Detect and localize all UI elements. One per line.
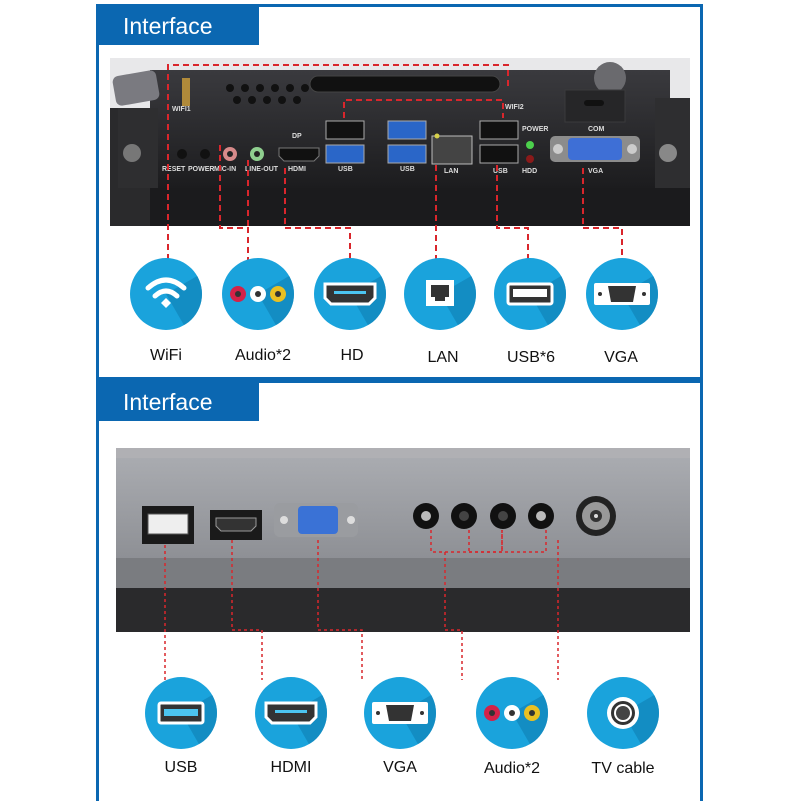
port-label-wifi1: WIFI1 — [172, 106, 191, 113]
port-label-hdmi: HDMI — [288, 166, 306, 173]
feature-label-tv-cable: TV cable — [591, 760, 655, 777]
mini-pc-rear-illustration — [110, 58, 690, 226]
port-label-lan: LAN — [444, 168, 459, 175]
port-label-dp: DP — [292, 133, 302, 140]
audio-jacks-icon — [476, 677, 548, 749]
port-label-com: COM — [588, 126, 605, 133]
feature-label-usb: USB — [164, 759, 198, 776]
section-title-tab: Interface — [99, 383, 259, 421]
audio-jacks-icon — [222, 258, 294, 330]
led-label-power: POWER — [522, 126, 549, 133]
port-label-line-out: LINE-OUT — [245, 166, 279, 173]
section-title-tab: Interface — [99, 7, 259, 45]
port-label-usb: USB — [400, 166, 415, 173]
feature-label-usb: USB*6 — [506, 349, 556, 366]
vga-port-icon — [364, 677, 436, 749]
feature-label-vga: VGA — [604, 349, 638, 366]
feature-label-audio: Audio*2 — [483, 760, 541, 777]
wifi-icon — [130, 258, 202, 330]
feature-label-lan: LAN — [427, 349, 459, 366]
port-label-power: POWER — [188, 166, 215, 173]
hdmi-port-icon — [314, 258, 386, 330]
monitor-side-ports-illustration — [116, 448, 690, 632]
feature-label-vga: VGA — [383, 759, 417, 776]
port-label-wifi2: WIFI2 — [505, 104, 524, 111]
port-label-vga: VGA — [588, 168, 604, 175]
port-label-reset: RESET — [162, 166, 186, 173]
vga-port-icon — [586, 258, 658, 330]
ethernet-port-icon — [404, 258, 476, 330]
port-label-usb: USB — [338, 166, 353, 173]
feature-label-hd: HD — [340, 347, 364, 364]
usb-port-icon — [145, 677, 217, 749]
feature-label-audio: Audio*2 — [234, 347, 292, 364]
port-label-usb: USB — [493, 168, 508, 175]
monitor-side-ports-photo — [116, 448, 690, 632]
port-label-mic-in: MIC-IN — [214, 166, 237, 173]
usb-port-icon — [494, 258, 566, 330]
mini-pc-rear-photo: WIFI1 WIFI2 RESET POWER MIC-IN LINE-OUT … — [110, 58, 690, 226]
feature-label-wifi: WiFi — [150, 347, 182, 364]
hdmi-port-icon — [255, 677, 327, 749]
feature-label-hdmi: HDMI — [270, 759, 312, 776]
led-label-hdd: HDD — [522, 168, 538, 175]
coax-port-icon — [587, 677, 659, 749]
